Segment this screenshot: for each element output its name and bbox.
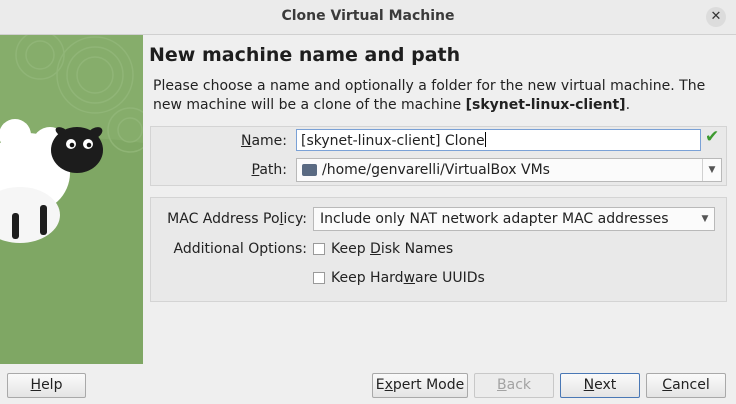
checkbox-box[interactable] xyxy=(313,243,325,255)
window-title: Clone Virtual Machine xyxy=(281,8,455,24)
checkbox-box[interactable] xyxy=(313,272,325,284)
additional-options-label: Additional Options: xyxy=(173,241,307,257)
path-value: /home/genvarelli/VirtualBox VMs xyxy=(322,162,550,178)
mac-policy-label: MAC Address Policy: xyxy=(167,211,307,227)
path-label: Path: xyxy=(251,162,288,178)
keep-hardware-uuids-checkbox[interactable]: Keep Hardware UUIDs xyxy=(313,270,485,286)
page-description: Please choose a name and optionally a fo… xyxy=(153,77,723,115)
path-selector[interactable]: /home/genvarelli/VirtualBox VMs ▼ xyxy=(296,158,722,182)
mac-policy-value: Include only NAT network adapter MAC add… xyxy=(320,211,669,227)
chevron-down-icon[interactable]: ▼ xyxy=(702,159,721,181)
name-input[interactable]: [skynet-linux-client] Clone xyxy=(296,129,701,151)
name-input-value: [skynet-linux-client] Clone xyxy=(301,133,485,149)
title-bar: Clone Virtual Machine ✕ xyxy=(0,0,736,35)
keep-disk-names-checkbox[interactable]: Keep Disk Names xyxy=(313,241,453,257)
expert-mode-button[interactable]: Expert Mode xyxy=(372,373,468,398)
cancel-button[interactable]: Cancel xyxy=(646,373,726,398)
next-button[interactable]: Next xyxy=(560,373,640,398)
clone-options-group: MAC Address Policy: Include only NAT net… xyxy=(150,197,727,302)
chevron-down-icon[interactable]: ▼ xyxy=(696,208,714,230)
mac-policy-select[interactable]: Include only NAT network adapter MAC add… xyxy=(313,207,715,231)
name-label: Name: xyxy=(240,133,287,149)
wizard-sidebar-illustration xyxy=(0,35,143,364)
source-machine-name: [skynet-linux-client] xyxy=(465,97,626,113)
help-button[interactable]: Help xyxy=(7,373,86,398)
sheep-illustration xyxy=(0,35,143,364)
wizard-page: New machine name and path Please choose … xyxy=(143,35,736,364)
close-icon: ✕ xyxy=(710,9,722,24)
folder-icon xyxy=(302,164,317,176)
description-end: . xyxy=(625,97,631,113)
close-button[interactable]: ✕ xyxy=(706,7,726,27)
back-button[interactable]: Back xyxy=(474,373,554,398)
name-path-group: Name: [skynet-linux-client] Clone Path: … xyxy=(150,126,727,186)
page-heading: New machine name and path xyxy=(149,44,461,66)
check-icon: ✔ xyxy=(705,127,720,147)
